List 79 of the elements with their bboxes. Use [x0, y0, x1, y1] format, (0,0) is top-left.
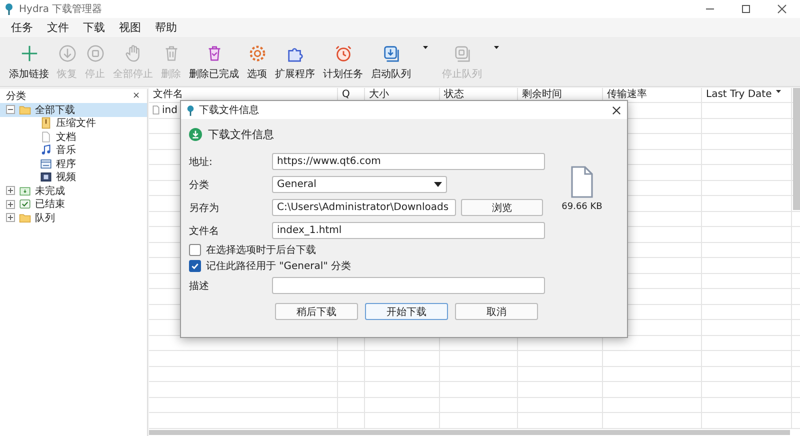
category-dropdown[interactable]: General [272, 176, 447, 193]
expand-icon[interactable] [6, 213, 15, 222]
file-size: 69.66 KB [562, 202, 602, 212]
tree-item[interactable]: 视频 [0, 170, 147, 184]
section-heading: 下载文件信息 [208, 126, 274, 142]
expand-icon[interactable] [6, 200, 15, 209]
tray-download-icon [382, 44, 400, 63]
field-label: 另存为 [189, 202, 220, 214]
app-logo-icon [4, 3, 14, 15]
menu-item[interactable]: 任务 [4, 20, 40, 35]
dropdown-arrow-icon [434, 182, 442, 187]
close-panel-button[interactable]: × [132, 91, 140, 101]
tree-item[interactable]: 未完成 [0, 184, 147, 198]
expand-icon[interactable] [6, 186, 15, 196]
plus-icon [20, 44, 38, 63]
path-field[interactable]: C:\Users\Administrator\Downloads [272, 199, 456, 216]
field-label: 文件名 [189, 224, 220, 238]
dropdown-arrow-icon[interactable] [423, 45, 428, 50]
window-title: Hydra 下载管理器 [19, 2, 102, 16]
field-label: 分类 [189, 178, 210, 192]
hand-icon [124, 44, 142, 63]
checkbox-label: 在选择选项时于后台下载 [206, 244, 316, 257]
film-icon [40, 171, 52, 184]
download-folder-icon [19, 184, 31, 197]
checkbox-label: 记住此路径用于 "General" 分类 [206, 260, 351, 273]
panel-title: 分类 [6, 90, 26, 103]
menu-item[interactable]: 帮助 [148, 20, 184, 35]
dialog-button[interactable]: 取消 [455, 303, 538, 320]
tree-item[interactable]: 音乐 [0, 144, 147, 157]
scrollbar[interactable] [149, 430, 790, 435]
checkbox[interactable] [189, 260, 201, 272]
stacked-stop-icon [452, 44, 472, 63]
tree-item[interactable]: 全部下载 [0, 103, 147, 116]
download-icon [189, 128, 202, 140]
document-icon [40, 130, 52, 143]
input-field[interactable]: index_1.html [272, 222, 545, 239]
stop-icon [86, 44, 104, 63]
toolbar-button[interactable]: 扩展程序 [271, 37, 319, 81]
field-label: 地址: [189, 156, 214, 168]
field-label: 描述 [189, 280, 210, 292]
toolbar-button[interactable]: 选项 [243, 37, 271, 81]
tree-item[interactable]: 已结束 [0, 198, 147, 211]
scrollbar[interactable] [793, 88, 800, 210]
alarm-clock-icon [334, 44, 352, 63]
tree-item[interactable]: 压缩文件 [0, 116, 147, 130]
app-logo-icon [186, 104, 195, 116]
tree-item[interactable]: 程序 [0, 157, 147, 170]
download-icon [58, 44, 76, 63]
close-icon[interactable] [777, 4, 787, 14]
maximize-icon[interactable] [741, 4, 751, 14]
dialog-title: 下载文件信息 [199, 104, 259, 117]
menu-item[interactable]: 下载 [76, 20, 112, 35]
settings-icon [248, 44, 266, 63]
collapse-icon[interactable] [6, 105, 15, 114]
tree-item[interactable]: 文档 [0, 130, 147, 144]
menu-item[interactable]: 文件 [40, 20, 76, 35]
folder-icon [19, 104, 31, 116]
toolbar-button[interactable]: 启动队列 [367, 37, 415, 81]
zip-file-icon [40, 117, 52, 130]
close-icon[interactable] [612, 106, 621, 114]
document-icon [152, 105, 160, 116]
dialog-button[interactable]: 开始下载 [365, 303, 448, 320]
toolbar-button[interactable]: 计划任务 [319, 37, 367, 81]
file-name: ind [162, 104, 178, 116]
input-field[interactable]: https://www.qt6.com [272, 153, 545, 170]
toolbar-button[interactable]: 删除已完成 [185, 37, 243, 81]
description-field[interactable] [272, 277, 545, 294]
toolbar-button[interactable]: 添加链接 [5, 37, 53, 81]
dialog-button[interactable]: 稍后下载 [275, 303, 358, 320]
menu-item[interactable]: 视图 [112, 20, 148, 35]
folder-icon [19, 212, 31, 224]
check-box-icon [19, 198, 31, 210]
browse-button[interactable]: 浏览 [461, 199, 543, 216]
column-header[interactable]: Last Try Date [702, 88, 792, 102]
window-icon [40, 158, 52, 170]
file-icon [570, 166, 594, 198]
tree-item[interactable]: 队列 [0, 211, 147, 224]
music-note-icon [40, 144, 52, 156]
checkbox[interactable] [189, 244, 201, 256]
